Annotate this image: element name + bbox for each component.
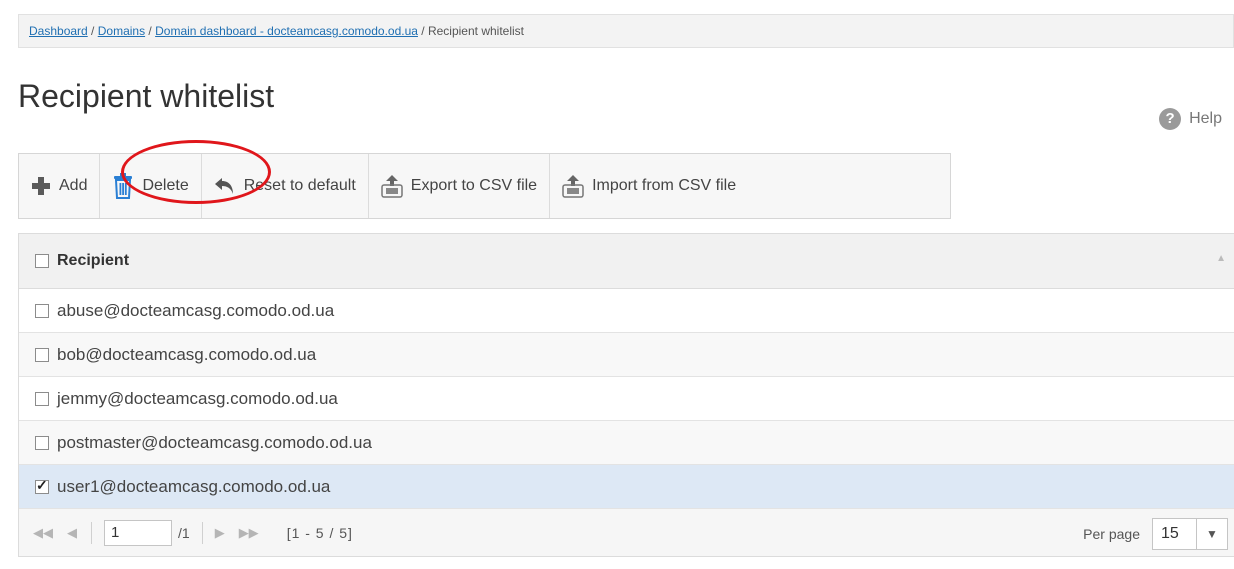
csv-export-icon <box>381 175 403 198</box>
recipient-email: user1@docteamcasg.comodo.od.ua <box>57 476 331 496</box>
recipient-table: Recipient ▲ abuse@docteamcasg.comodo.od.… <box>18 233 1234 557</box>
per-page-select[interactable]: 15 ▼ <box>1152 518 1228 550</box>
breadcrumb-link-dashboard[interactable]: Dashboard <box>29 24 88 38</box>
last-page-icon[interactable]: ▶▶ <box>239 525 259 541</box>
add-button[interactable]: Add <box>19 154 101 218</box>
per-page-value: 15 <box>1161 525 1179 542</box>
next-page-icon[interactable]: ▶ <box>215 525 225 541</box>
breadcrumb-separator: / <box>417 24 428 38</box>
breadcrumb: Dashboard / Domains / Domain dashboard -… <box>18 14 1234 48</box>
row-checkbox[interactable] <box>35 391 49 406</box>
reset-to-default-button[interactable]: Reset to default <box>202 154 369 218</box>
table-header: Recipient ▲ <box>19 233 1234 289</box>
export-csv-button[interactable]: Export to CSV file <box>369 154 551 218</box>
recipient-email: postmaster@docteamcasg.comodo.od.ua <box>57 432 372 452</box>
import-label: Import from CSV file <box>592 177 737 194</box>
export-label: Export to CSV file <box>410 177 538 194</box>
breadcrumb-current: Recipient whitelist <box>427 24 524 38</box>
row-checkbox[interactable] <box>35 347 49 362</box>
per-page-control: Per page 15 ▼ <box>1083 518 1228 550</box>
help-label: Help <box>1189 110 1222 127</box>
pagination-bar: ◀◀ ◀ /1 ▶ ▶▶ [1 - 5 / 5] Per page 15 ▼ <box>19 509 1234 557</box>
recipient-email: abuse@docteamcasg.comodo.od.ua <box>57 300 335 320</box>
breadcrumb-link-domain-dashboard[interactable]: Domain dashboard - docteamcasg.comodo.od… <box>155 24 418 38</box>
import-csv-button[interactable]: Import from CSV file <box>550 154 748 218</box>
trash-icon <box>114 173 133 199</box>
record-range: [1 - 5 / 5] <box>286 524 353 541</box>
add-label: Add <box>59 177 88 194</box>
per-page-label: Per page <box>1083 526 1140 542</box>
undo-icon <box>214 178 233 194</box>
pager-divider <box>91 521 92 544</box>
table-row[interactable]: jemmy@docteamcasg.comodo.od.ua <box>19 377 1234 421</box>
breadcrumb-separator: / <box>145 24 156 38</box>
breadcrumb-link-domains[interactable]: Domains <box>98 24 145 38</box>
table-row[interactable]: postmaster@docteamcasg.comodo.od.ua <box>19 421 1234 465</box>
prev-page-icon[interactable]: ◀ <box>67 525 77 541</box>
table-row[interactable]: bob@docteamcasg.comodo.od.ua <box>19 333 1234 377</box>
select-all-checkbox[interactable] <box>35 254 49 268</box>
sort-caret-icon[interactable]: ▲ <box>1216 253 1226 264</box>
page-number-input[interactable] <box>104 519 172 546</box>
delete-button[interactable]: Delete <box>100 154 202 218</box>
table-row[interactable]: abuse@docteamcasg.comodo.od.ua <box>19 289 1234 333</box>
row-checkbox[interactable] <box>35 477 49 494</box>
table-row[interactable]: user1@docteamcasg.comodo.od.ua <box>19 465 1234 509</box>
row-checkbox[interactable] <box>35 303 49 318</box>
toolbar: Add Delete Reset to default Export to CS… <box>18 153 951 219</box>
csv-import-icon <box>562 175 584 198</box>
chevron-down-icon: ▼ <box>1196 519 1227 549</box>
help-icon: ? <box>1159 108 1182 130</box>
plus-icon <box>32 177 50 195</box>
help-link[interactable]: ? Help <box>1159 108 1222 130</box>
recipient-email: bob@docteamcasg.comodo.od.ua <box>57 344 317 364</box>
page-title: Recipient whitelist <box>18 78 275 114</box>
first-page-icon[interactable]: ◀◀ <box>33 525 53 541</box>
column-header-recipient[interactable]: Recipient <box>57 252 129 270</box>
row-checkbox[interactable] <box>35 435 49 450</box>
delete-label: Delete <box>142 177 189 194</box>
page-total: /1 <box>178 524 190 541</box>
reset-label: Reset to default <box>243 177 356 194</box>
recipient-email: jemmy@docteamcasg.comodo.od.ua <box>57 388 338 408</box>
pager-divider <box>201 521 203 544</box>
breadcrumb-separator: / <box>87 24 98 38</box>
